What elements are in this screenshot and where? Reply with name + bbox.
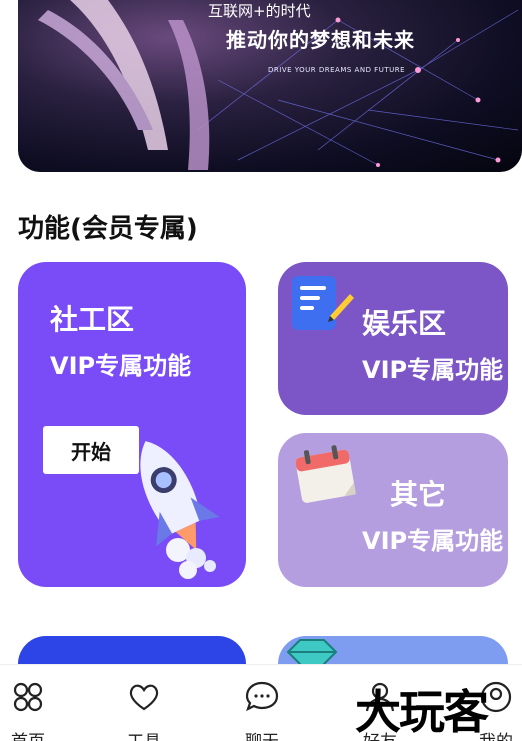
tab-tools[interactable]: 工具	[104, 679, 184, 741]
social-zone-title: 社工区	[50, 303, 135, 336]
tab-chat-label: 聊天	[222, 727, 302, 741]
banner-text-1: 互联网+的时代	[208, 2, 311, 20]
rocket-icon	[140, 441, 220, 579]
notes-icon	[292, 276, 354, 330]
social-zone-card[interactable]: 社工区 VIP专属功能 开始	[18, 262, 246, 587]
hero-banner[interactable]: 互联网+的时代 推动你的梦想和未来 DRIVE YOUR DREAMS AND …	[18, 0, 522, 172]
tab-tools-label: 工具	[104, 727, 184, 741]
entertainment-zone-title: 娱乐区	[362, 307, 447, 340]
tab-home[interactable]: 首页	[0, 679, 68, 741]
tab-chat[interactable]: 聊天	[222, 679, 302, 741]
entertainment-zone-subtitle: VIP专属功能	[362, 356, 504, 384]
heart-icon	[129, 684, 159, 711]
entertainment-zone-card[interactable]: 娱乐区 VIP专属功能	[278, 262, 508, 415]
other-zone-title: 其它	[390, 478, 447, 511]
watermark-logo: 大玩客	[355, 685, 489, 739]
section-title: 功能(会员专属)	[18, 214, 198, 244]
calendar-icon	[295, 445, 356, 503]
other-zone-subtitle: VIP专属功能	[362, 527, 504, 555]
home-grid-icon	[13, 682, 43, 712]
chat-bubble-icon	[245, 681, 279, 712]
banner-text-2: 推动你的梦想和未来	[226, 28, 415, 52]
banner-text-3: DRIVE YOUR DREAMS AND FUTURE	[268, 66, 406, 74]
other-zone-card[interactable]: 其它 VIP专属功能	[278, 433, 508, 587]
tab-home-label: 首页	[0, 727, 68, 741]
social-zone-subtitle: VIP专属功能	[50, 352, 192, 380]
